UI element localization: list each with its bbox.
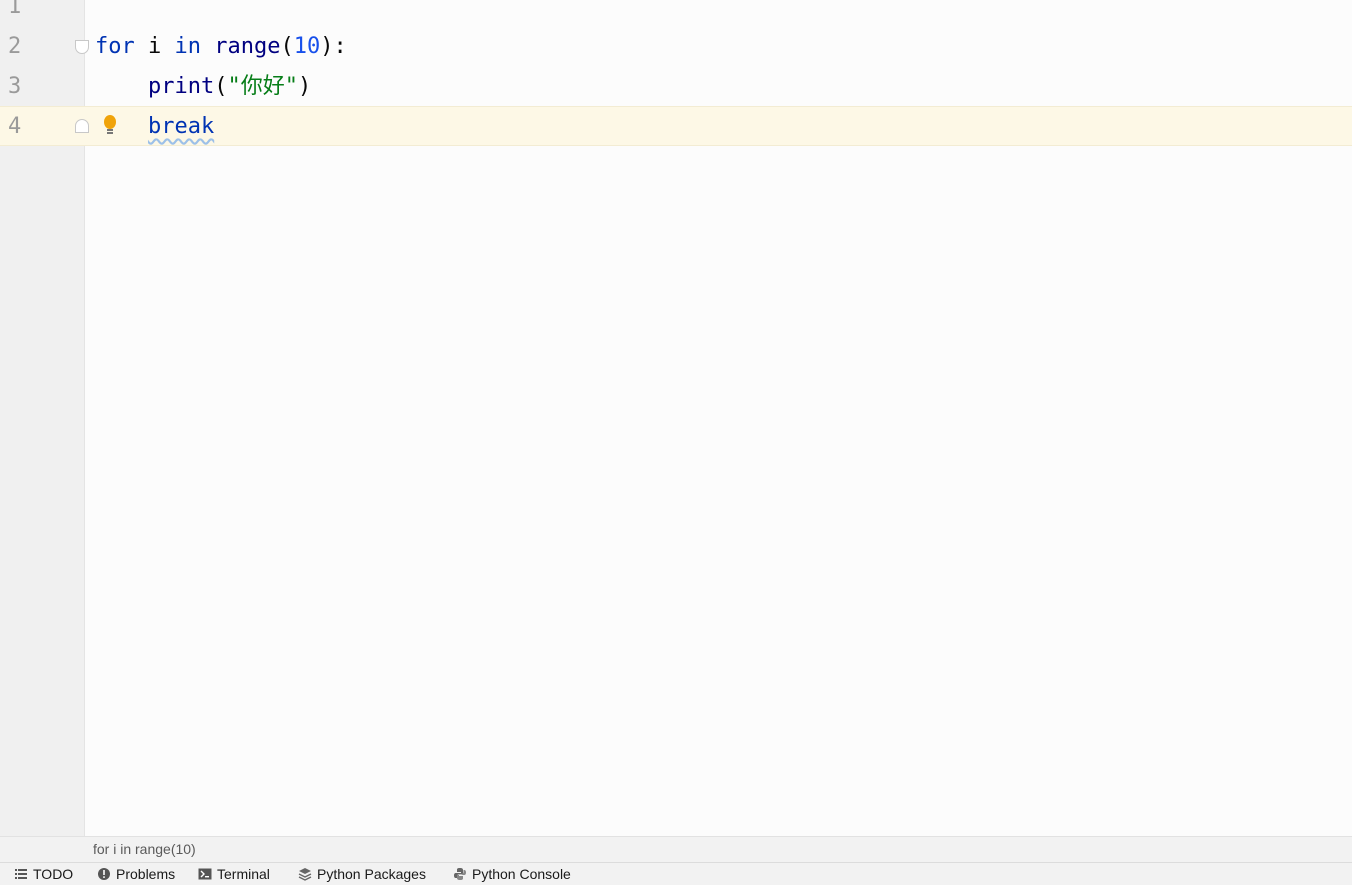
function-token: print [147,74,215,99]
paren-token: ( [214,74,228,99]
code-line-1[interactable]: 1 [0,0,1352,27]
keyword-break: break [147,114,215,139]
code-line-4[interactable]: 4 break [0,106,1352,146]
code-text[interactable]: print("你好") [95,67,311,107]
paren-token: ): [320,34,347,59]
tool-window-label: Problems [116,866,176,882]
tool-window-problems[interactable]: Problems [97,865,175,883]
code-editor[interactable]: 1 2 for i in range(10): 3 print("你好") 4 … [0,0,1352,836]
paren-token: ( [280,34,294,59]
keyword-in: in [174,34,202,59]
fold-collapse-icon[interactable] [75,40,89,54]
line-number: 2 [8,34,22,59]
code-line-3[interactable]: 3 print("你好") [0,67,1352,107]
line-number: 4 [8,114,22,139]
code-line-2[interactable]: 2 for i in range(10): [0,27,1352,67]
python-console-icon [454,868,466,880]
terminal-icon [198,868,212,880]
tool-window-label: TODO [33,866,74,882]
function-token: range [201,34,281,59]
code-text[interactable]: for i in range(10): [95,27,347,67]
keyword-for: for [95,34,135,59]
list-icon [15,869,27,879]
paren-token: ) [297,74,312,99]
tool-window-label: Terminal [217,866,270,882]
tool-window-todo[interactable]: TODO [14,865,73,883]
line-number: 1 [8,0,22,19]
lightbulb-icon[interactable] [102,114,118,138]
tool-window-bar: TODO Problems Terminal Python Packages P… [0,862,1352,885]
breadcrumb-bar: for i in range(10) [0,836,1352,863]
tool-window-label: Python Console [472,866,571,882]
breadcrumb[interactable]: for i in range(10) [93,841,196,857]
tool-window-python-console[interactable]: Python Console [453,865,571,883]
line-number: 3 [8,74,22,99]
tool-window-terminal[interactable]: Terminal [198,865,270,883]
fold-expand-icon[interactable] [75,119,89,133]
packages-icon [298,868,312,881]
tool-window-label: Python Packages [317,866,426,882]
tool-window-python-packages[interactable]: Python Packages [298,865,426,883]
problems-icon [98,868,110,880]
number-token: 10 [293,34,321,59]
string-token: "你好" [227,74,298,99]
variable-token: i [134,34,175,59]
